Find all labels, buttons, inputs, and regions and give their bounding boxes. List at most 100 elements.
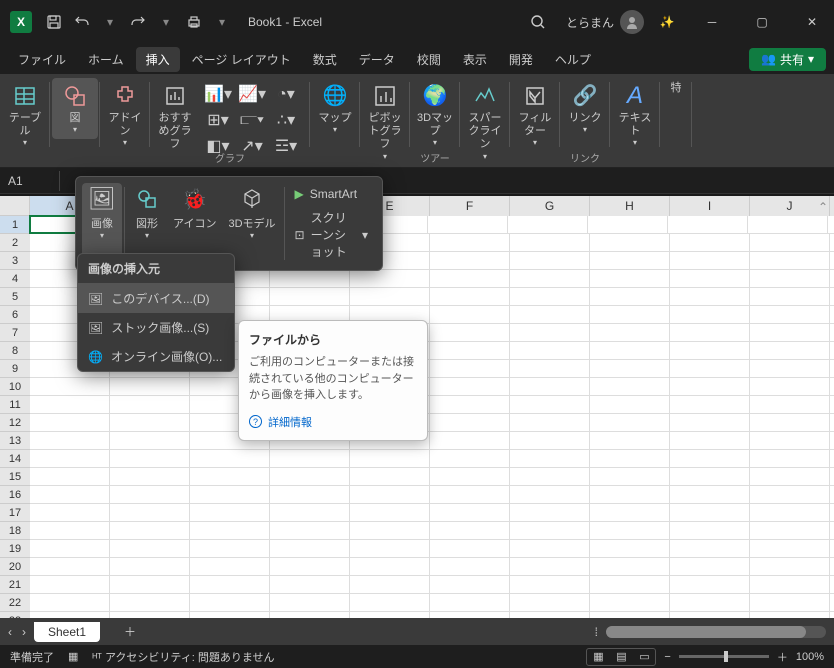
cell[interactable] (510, 360, 590, 377)
cell[interactable] (350, 288, 430, 305)
cell[interactable] (750, 486, 830, 503)
save-icon[interactable] (42, 10, 66, 34)
cell[interactable] (190, 486, 270, 503)
tab-dev[interactable]: 開発 (499, 47, 543, 72)
screenshot-button[interactable]: ⊡スクリーンショット ▾ (293, 207, 370, 262)
cell[interactable] (510, 324, 590, 341)
cell[interactable] (670, 252, 750, 269)
cell[interactable] (670, 342, 750, 359)
search-icon[interactable] (516, 2, 560, 42)
row-header[interactable]: 8 (0, 342, 30, 360)
cell[interactable] (110, 522, 190, 539)
cell[interactable] (110, 558, 190, 575)
row-header[interactable]: 2 (0, 234, 30, 252)
cell[interactable] (510, 270, 590, 287)
cell[interactable] (510, 468, 590, 485)
cell[interactable] (668, 216, 748, 233)
row-header[interactable]: 21 (0, 576, 30, 594)
col-header[interactable]: I (670, 196, 750, 216)
cell[interactable] (270, 270, 350, 287)
addins-button[interactable]: アドイン▾ (102, 78, 148, 152)
cell[interactable] (748, 216, 828, 233)
cell[interactable] (750, 252, 830, 269)
cell[interactable] (590, 522, 670, 539)
cell[interactable] (590, 450, 670, 467)
rec-chart-button[interactable]: おすすめグラフ (152, 78, 198, 156)
chart-hier-icon[interactable]: ⊞▾ (202, 108, 234, 132)
tab-view[interactable]: 表示 (453, 47, 497, 72)
cell[interactable] (30, 486, 110, 503)
cell[interactable] (590, 324, 670, 341)
cell[interactable] (430, 360, 510, 377)
row-header[interactable]: 16 (0, 486, 30, 504)
cell[interactable] (430, 234, 510, 251)
cell[interactable] (30, 396, 110, 413)
cell[interactable] (270, 450, 350, 467)
col-header[interactable]: H (590, 196, 670, 216)
cell[interactable] (590, 576, 670, 593)
cell[interactable] (590, 360, 670, 377)
cell[interactable] (590, 468, 670, 485)
cell[interactable] (430, 342, 510, 359)
cell[interactable] (670, 306, 750, 323)
cell[interactable] (670, 558, 750, 575)
zoom-level[interactable]: 100% (796, 651, 824, 663)
row-header[interactable]: 15 (0, 468, 30, 486)
cell[interactable] (510, 306, 590, 323)
print-icon[interactable] (182, 10, 206, 34)
accessibility-status[interactable]: ᴴᵀ アクセシビリティ: 問題ありません (92, 649, 274, 665)
avatar[interactable] (620, 10, 644, 34)
pivot-chart-button[interactable]: ピボットグラフ▾ (362, 78, 408, 165)
cell[interactable] (430, 540, 510, 557)
tab-file[interactable]: ファイル (8, 47, 76, 72)
row-header[interactable]: 17 (0, 504, 30, 522)
hscroll[interactable] (606, 626, 826, 638)
cell[interactable] (670, 486, 750, 503)
zoom-slider[interactable] (679, 655, 769, 658)
maximize-button[interactable]: ▢ (740, 2, 784, 42)
cell[interactable] (190, 576, 270, 593)
cell[interactable] (750, 342, 830, 359)
cell[interactable] (30, 468, 110, 485)
mic-icon[interactable]: ✨ (650, 2, 684, 42)
tooltip-link[interactable]: ?詳細情報 (249, 414, 417, 430)
image-button[interactable]: 🖼画像▾ (82, 183, 122, 264)
cell[interactable] (30, 504, 110, 521)
cell[interactable] (110, 504, 190, 521)
row-header[interactable]: 10 (0, 378, 30, 396)
row-header[interactable]: 19 (0, 540, 30, 558)
cell[interactable] (670, 324, 750, 341)
cell[interactable] (510, 252, 590, 269)
cell[interactable] (750, 576, 830, 593)
cell[interactable] (30, 378, 110, 395)
special-button[interactable]: 特 (662, 78, 690, 99)
cell[interactable] (350, 522, 430, 539)
row-header[interactable]: 7 (0, 324, 30, 342)
cell[interactable] (670, 234, 750, 251)
cell[interactable] (510, 486, 590, 503)
cell[interactable] (510, 540, 590, 557)
cell[interactable] (590, 288, 670, 305)
cell[interactable] (510, 432, 590, 449)
cell[interactable] (590, 504, 670, 521)
cell[interactable] (670, 594, 750, 611)
cell[interactable] (30, 558, 110, 575)
cell[interactable] (670, 540, 750, 557)
new-sheet-icon[interactable]: ＋ (124, 623, 136, 640)
cell[interactable] (590, 594, 670, 611)
cell[interactable] (270, 594, 350, 611)
tab-insert[interactable]: 挿入 (136, 47, 180, 72)
sparkline-button[interactable]: スパークライン▾ (462, 78, 508, 165)
cell[interactable] (110, 468, 190, 485)
share-button[interactable]: 👥 共有 ▾ (749, 48, 826, 71)
row-header[interactable]: 9 (0, 360, 30, 378)
cell[interactable] (430, 270, 510, 287)
cell[interactable] (750, 270, 830, 287)
cell[interactable] (750, 306, 830, 323)
zoom-in-icon[interactable]: ＋ (777, 649, 788, 665)
cell[interactable] (270, 522, 350, 539)
cell[interactable] (430, 450, 510, 467)
cell[interactable] (590, 342, 670, 359)
username[interactable]: とらまん (566, 14, 614, 31)
cell[interactable] (110, 486, 190, 503)
